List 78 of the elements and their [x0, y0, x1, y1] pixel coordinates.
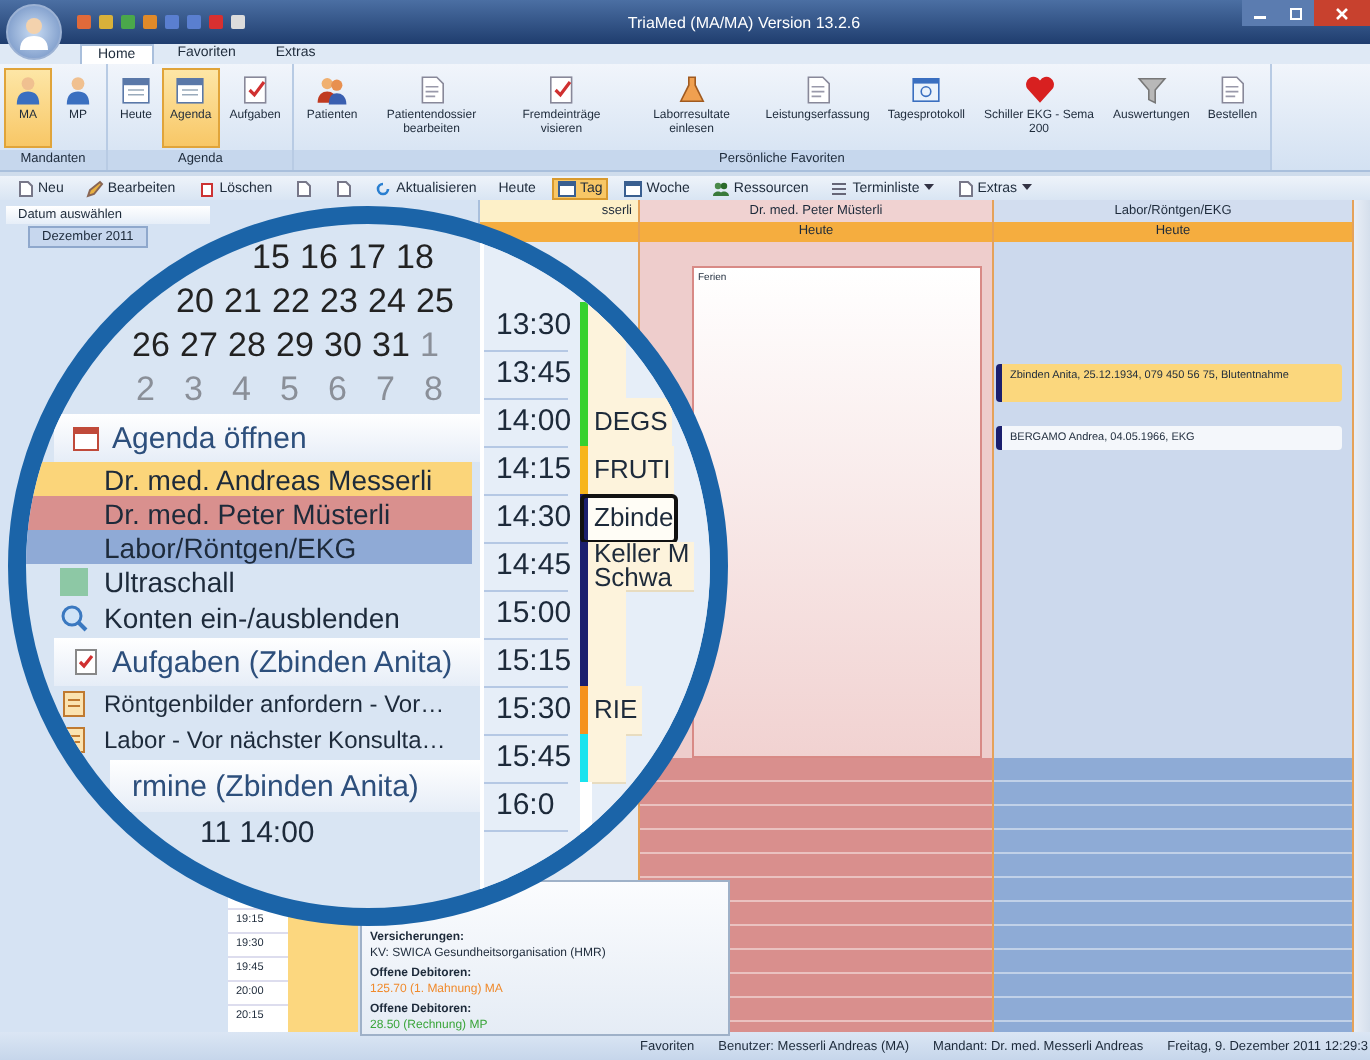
calendar-day[interactable]: 17 [348, 238, 396, 278]
calendar-icon [72, 424, 100, 452]
close-button[interactable] [1314, 0, 1370, 26]
calendar-day[interactable]: 23 [320, 282, 368, 322]
time-label: 16:0 [484, 782, 568, 832]
person-icon [12, 74, 44, 106]
appointment[interactable] [580, 302, 626, 352]
time-label: 14:00 [484, 398, 568, 448]
calendar-day[interactable]: 31 [372, 326, 420, 366]
time-label: 14:30 [484, 494, 568, 544]
window-title: TriaMed (MA/MA) Version 13.2.6 [625, 13, 863, 31]
toggle-accounts-link[interactable]: Konten ein-/ausblenden [104, 602, 400, 634]
calendar-icon [557, 179, 576, 197]
appointment[interactable]: Zbinde [580, 494, 678, 544]
time-label: 15:15 [484, 638, 568, 688]
person-icon [62, 74, 94, 106]
appointment[interactable]: RIE [580, 686, 642, 736]
calendar-day[interactable]: 18 [396, 238, 444, 278]
delete-icon [197, 179, 216, 197]
appointment[interactable]: DEGS [580, 398, 672, 448]
appointment-time: 11 14:00 [198, 816, 317, 852]
caret-icon [1021, 184, 1032, 192]
calendar-day[interactable]: 15 [252, 238, 300, 278]
people-icon [316, 74, 349, 106]
calendar-day[interactable]: 27 [180, 326, 228, 366]
maximize-icon [1286, 5, 1306, 21]
section-title: Aufgaben (Zbinden Anita) [112, 645, 453, 679]
close-icon [1332, 5, 1352, 21]
checklist-icon [239, 74, 272, 106]
agenda-account[interactable]: Dr. med. Peter Müsterli [26, 496, 472, 530]
person-silhouette-icon [14, 12, 54, 52]
time-label: 13:30 [484, 302, 568, 352]
agenda-account[interactable]: Ultraschall [104, 566, 235, 598]
document-icon [1216, 74, 1249, 106]
magnifier-icon [60, 604, 88, 632]
flask-icon [675, 74, 708, 106]
checklist-icon [72, 648, 100, 676]
task-item[interactable]: Labor - Vor nächster Konsulta… [104, 726, 446, 754]
time-label: 14:45 [484, 542, 568, 592]
checklist-icon [545, 74, 578, 106]
window-icon [910, 74, 943, 106]
section-title: Agenda öffnen [112, 421, 307, 455]
time-label: 15:30 [484, 686, 568, 736]
task-item[interactable]: Röntgenbilder anfordern - Vor… [104, 690, 445, 718]
list-icon [830, 179, 849, 197]
calendar-icon [174, 74, 207, 106]
section-header[interactable]: Aufgaben (Zbinden Anita) [54, 638, 480, 686]
section-header[interactable]: Agenda öffnen [54, 414, 480, 462]
people-icon [711, 179, 730, 197]
time-label: 13:45 [484, 350, 568, 400]
task-icon [60, 690, 88, 718]
calendar-day[interactable]: 21 [224, 282, 272, 322]
time-label: 14:15 [484, 446, 568, 496]
calendar-day[interactable]: 24 [368, 282, 416, 322]
calendar-icon [120, 74, 152, 106]
calendar-day[interactable]: 28 [228, 326, 276, 366]
agenda-account[interactable]: Labor/Röntgen/EKG [26, 530, 472, 564]
time-slot[interactable] [580, 782, 592, 832]
section-header[interactable]: rmine (Zbinden Anita) [110, 760, 480, 812]
calendar-icon [624, 179, 643, 197]
calendar-day[interactable]: 29 [276, 326, 324, 366]
caret-icon [923, 184, 934, 192]
heart-icon [1023, 74, 1056, 106]
maximize-button[interactable] [1278, 0, 1314, 26]
appointment[interactable]: Keller M Schwa [580, 542, 694, 592]
calendar-day[interactable]: 26 [132, 326, 180, 366]
calendar-day[interactable]: 16 [300, 238, 348, 278]
refresh-icon [374, 179, 393, 197]
calendar-day[interactable]: 22 [272, 282, 320, 322]
minimize-button[interactable] [1242, 0, 1278, 26]
time-label: 15:00 [484, 590, 568, 640]
funnel-icon [1135, 74, 1168, 106]
calendar-day[interactable]: 30 [324, 326, 372, 366]
appointment[interactable]: FRUTI [580, 446, 675, 496]
time-label: 15:45 [484, 734, 568, 784]
scrollbar[interactable] [1354, 200, 1370, 1032]
calendar-day[interactable]: 25 [416, 282, 464, 322]
calendar-day[interactable]: 20 [176, 282, 224, 322]
